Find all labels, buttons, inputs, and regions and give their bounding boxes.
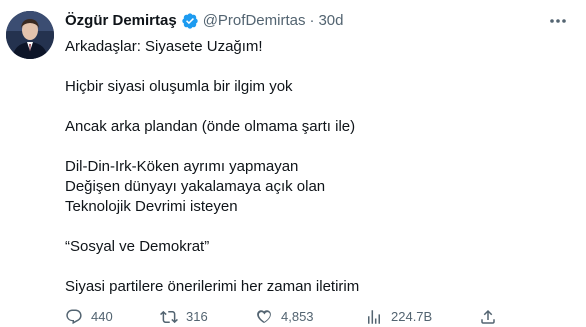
- tweet-line: Teknolojik Devrimi isteyen: [65, 198, 238, 215]
- author-handle[interactable]: @ProfDemirtas: [203, 11, 306, 31]
- reply-count: 440: [91, 309, 113, 324]
- tweet-text: Arkadaşlar: Siyasete Uzağım! Hiçbir siya…: [65, 37, 565, 297]
- like-icon: [257, 310, 271, 324]
- avatar[interactable]: [6, 11, 54, 59]
- views-count: 224.7B: [391, 309, 433, 324]
- reply-icon: [66, 309, 82, 325]
- verified-badge-icon: [181, 12, 199, 30]
- tweet-line: Siyasi partilere önerilerimi her zaman i…: [65, 278, 360, 295]
- tweet-line: Arkadaşlar: Siyasete Uzağım!: [65, 38, 263, 55]
- views-icon: [368, 310, 380, 324]
- separator-dot: ·: [309, 12, 315, 29]
- tweet-line: Hiçbir siyasi oluşumla bir ilgim yok: [65, 78, 293, 95]
- reply-button[interactable]: 440: [65, 307, 113, 327]
- tweet-header: Özgür Demirtaş @ProfDemirtas · 30d: [65, 11, 343, 31]
- tweet-actions: 440 316 4,853 224.7B: [65, 307, 565, 327]
- share-icon: [481, 309, 495, 324]
- more-options-icon[interactable]: [548, 13, 568, 29]
- tweet-line: Ancak arka plandan (önde olmama şartı il…: [65, 118, 356, 135]
- tweet-timestamp[interactable]: 30d: [318, 11, 343, 31]
- like-count: 4,853: [281, 309, 314, 324]
- tweet-line: Değişen dünyayı yakalamaya açık olan: [65, 178, 326, 195]
- author-name[interactable]: Özgür Demirtaş: [65, 11, 177, 31]
- tweet[interactable]: Özgür Demirtaş @ProfDemirtas · 30d Arkad…: [0, 0, 586, 325]
- like-button[interactable]: 4,853: [255, 307, 314, 327]
- retweet-button[interactable]: 316: [160, 307, 208, 327]
- retweet-icon: [160, 310, 178, 324]
- share-button[interactable]: [479, 307, 505, 327]
- views-button[interactable]: 224.7B: [365, 307, 432, 327]
- tweet-line: “Sosyal ve Demokrat”: [65, 238, 210, 255]
- retweet-count: 316: [186, 309, 208, 324]
- tweet-line: Dil-Din-Irk-Köken ayrımı yapmayan: [65, 158, 299, 175]
